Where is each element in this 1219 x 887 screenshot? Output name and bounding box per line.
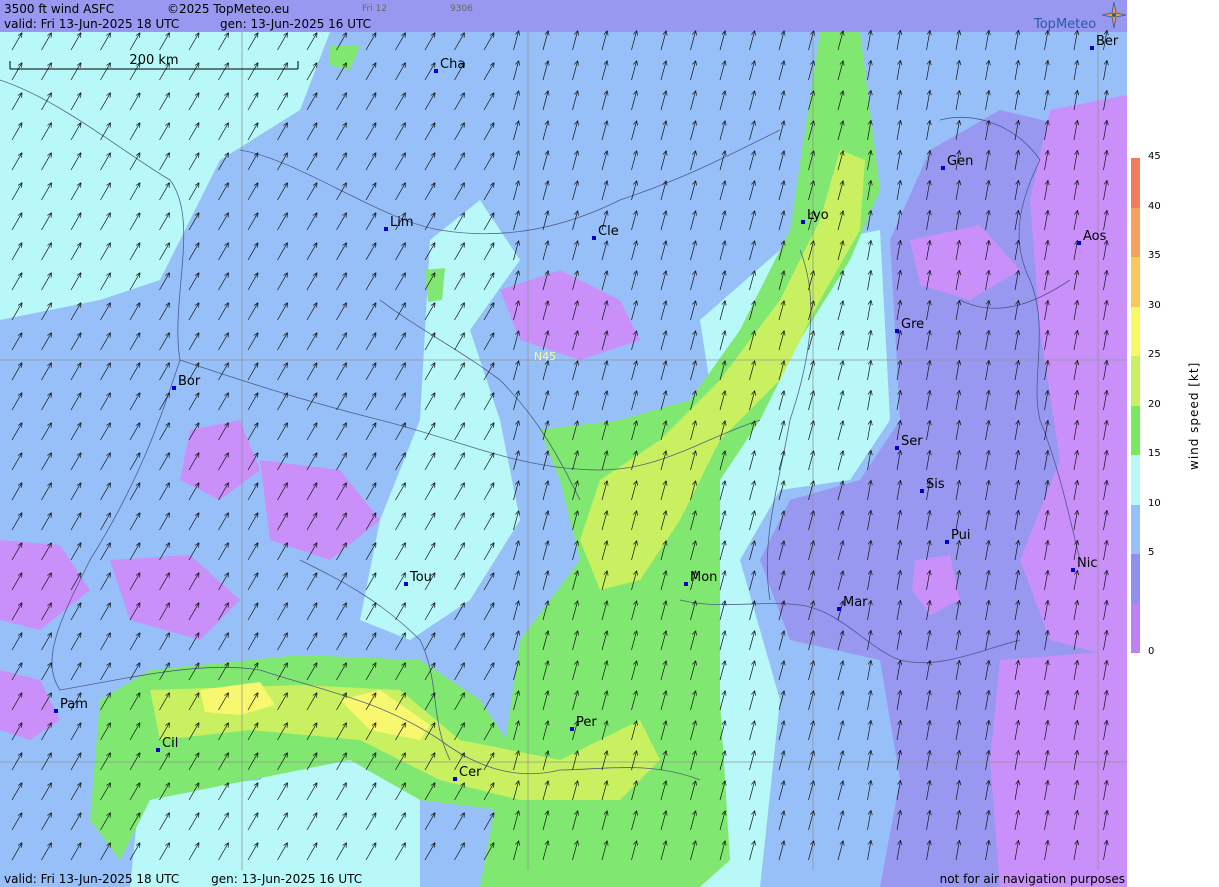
city-marker [570,727,574,731]
city-label: Bor [178,374,201,389]
legend-color-swatch [1131,554,1140,604]
legend-tick-label: 5 [1148,547,1155,558]
legend-color-swatch [1131,504,1140,554]
legend-color-swatch [1131,306,1140,356]
wind-map[interactable]: 200 km N45 Cha Ber Gen Lim Cle Lyo Aos Gre Bor Se… [0,0,1127,887]
wind-map-svg: 200 km N45 Cha Ber Gen Lim Cle Lyo Aos Gre Bor Se… [0,0,1127,887]
city-marker [156,748,160,752]
city-marker [1071,568,1075,572]
city-label: Per [576,715,597,730]
city-label: Lim [390,215,414,230]
city-marker [941,166,945,170]
city-label: Lyo [807,208,829,223]
legend-color-swatch [1131,356,1140,406]
city-label: Gen [947,154,973,169]
latitude-label: N45 [534,350,556,363]
city-marker [895,329,899,333]
city-label: Pam [60,697,88,712]
city-label: Nic [1077,556,1097,571]
city-label: Cle [598,224,619,239]
frame-label: Fri 12 [362,4,388,14]
footer-valid-time: valid: Fri 13-Jun-2025 18 UTC [4,872,180,886]
topmeteo-logo: TopMeteo [1034,17,1097,32]
legend-tick-label: 45 [1148,151,1161,162]
legend-tick-label: 0 [1148,646,1155,657]
legend-tick-label: 20 [1148,398,1161,410]
footer-disclaimer: not for air navigation purposes [939,872,1125,886]
city-label: Cer [459,765,482,780]
city-marker [384,227,388,231]
city-marker [453,777,457,781]
footer-valid: valid: Fri 13-Jun-2025 18 UTC gen: 13-Ju… [4,872,362,886]
legend-tick-label: 40 [1148,200,1161,212]
legend-color-swatch [1131,603,1140,653]
legend-tick-label: 30 [1148,299,1161,311]
map-title: 3500 ft wind ASFC [4,2,115,16]
wind-zone-calm [990,650,1127,887]
city-label: Gre [901,317,924,332]
city-marker [684,582,688,586]
city-label: Mon [690,570,717,585]
city-label: Tou [409,570,432,585]
copyright: ©2025 TopMeteo.eu [167,2,290,16]
scale-bar-label: 200 km [129,53,178,68]
city-label: Sis [926,477,945,492]
city-label: Cha [440,57,465,72]
city-label: Aos [1083,229,1107,244]
legend-color-swatch [1131,455,1140,505]
city-marker [920,489,924,493]
city-marker [1090,46,1094,50]
legend-color-swatch [1131,158,1140,208]
legend-tick-label: 15 [1148,448,1161,459]
city-marker [801,220,805,224]
city-label: Pui [951,528,970,543]
code-label: 9306 [450,4,473,14]
city-marker [54,709,58,713]
legend-tick-label: 10 [1148,497,1161,509]
legend-tick-label: 25 [1148,349,1161,360]
city-marker [945,540,949,544]
city-marker [1077,241,1081,245]
legend-color-swatch [1131,207,1140,257]
city-marker [592,236,596,240]
footer-gen-time: gen: 13-Jun-2025 16 UTC [211,872,363,886]
city-label: Ser [901,434,923,449]
legend-tick-label: 35 [1148,250,1161,261]
compass-star-icon [1102,2,1126,28]
city-marker [837,607,841,611]
city-marker [172,386,176,390]
city-label: Ber [1096,34,1119,49]
legend-title: wind speed [kt] [1187,361,1201,470]
generation-time: gen: 13-Jun-2025 16 UTC [220,17,372,31]
valid-time: valid: Fri 13-Jun-2025 18 UTC [4,17,180,31]
city-marker [895,446,899,450]
city-label: Mar [843,595,868,610]
city-label: Cil [162,736,178,751]
city-marker [434,69,438,73]
legend-color-swatch [1131,257,1140,307]
legend-color-swatch [1131,405,1140,455]
city-marker [404,582,408,586]
